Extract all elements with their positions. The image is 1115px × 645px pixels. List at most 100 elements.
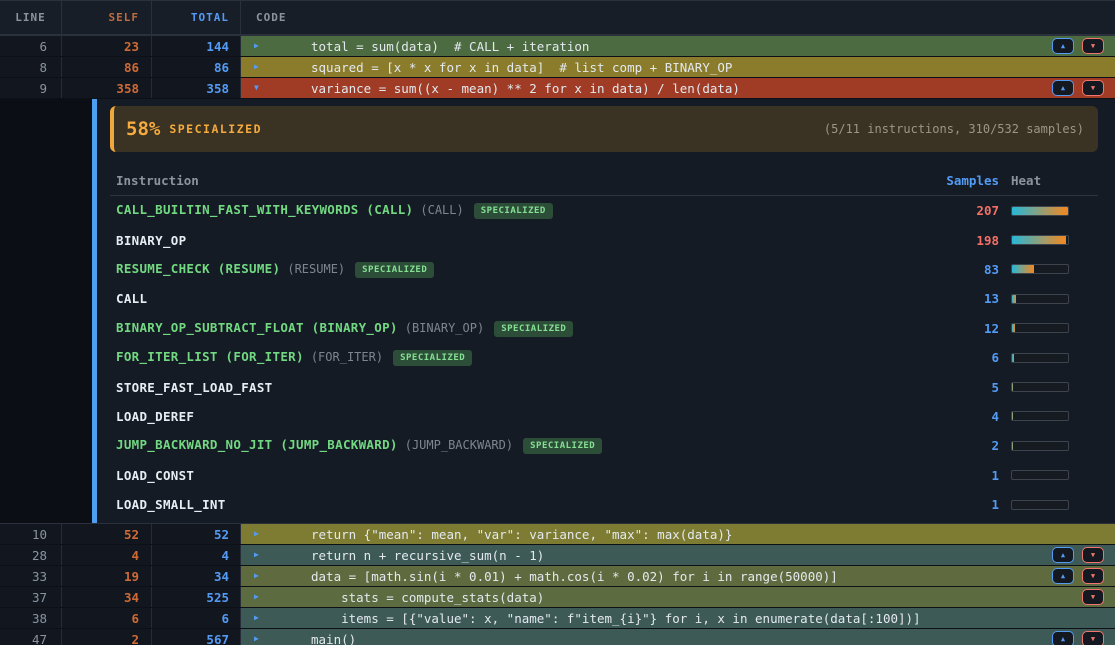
code-text: items = [{"value": x, "name": f"item_{i}… — [311, 611, 921, 626]
expand-arrow-icon[interactable]: ▶ — [254, 593, 266, 601]
expand-arrow-icon[interactable]: ▶ — [254, 42, 266, 50]
instruction-samples: 1 — [889, 468, 999, 483]
specialized-badge: SPECIALIZED — [393, 350, 472, 366]
move-down-button[interactable]: ▼ — [1082, 631, 1104, 645]
line-number: 8 — [0, 57, 62, 77]
code-cell[interactable]: ▶total = sum(data) # CALL + iteration▲▼ — [241, 36, 1115, 56]
move-up-button[interactable]: ▲ — [1052, 568, 1074, 584]
instruction-row: LOAD_CONST1 — [110, 461, 1098, 490]
instruction-table-header: Instruction Samples Heat — [110, 165, 1098, 196]
code-row-line-28: 2844▶return n + recursive_sum(n - 1)▲▼ — [0, 545, 1115, 565]
instruction-name-cell: CALL — [110, 291, 889, 306]
instruction-name: STORE_FAST_LOAD_FAST — [116, 380, 273, 395]
instruction-row: JUMP_BACKWARD_NO_JIT (JUMP_BACKWARD)(JUM… — [110, 431, 1098, 460]
specialization-panel: 58% SPECIALIZED (5/11 instructions, 310/… — [97, 99, 1115, 523]
instruction-name-cell: FOR_ITER_LIST (FOR_ITER)(FOR_ITER)SPECIA… — [110, 349, 889, 366]
instruction-name-cell: JUMP_BACKWARD_NO_JIT (JUMP_BACKWARD)(JUM… — [110, 437, 889, 454]
expanded-detail-panel: 58% SPECIALIZED (5/11 instructions, 310/… — [0, 99, 1115, 523]
specialized-badge: SPECIALIZED — [494, 321, 573, 337]
collapse-arrow-icon[interactable]: ▼ — [254, 84, 266, 92]
total-samples: 6 — [152, 608, 241, 628]
instruction-name: BINARY_OP — [116, 233, 186, 248]
column-header-heat[interactable]: Heat — [999, 173, 1098, 188]
expand-arrow-icon[interactable]: ▶ — [254, 614, 266, 622]
line-number: 6 — [0, 36, 62, 56]
heat-bar-track — [1011, 500, 1069, 510]
expand-arrow-icon[interactable]: ▶ — [254, 551, 266, 559]
code-cell[interactable]: ▶return n + recursive_sum(n - 1)▲▼ — [241, 545, 1115, 565]
instruction-heat-cell — [999, 500, 1098, 510]
expand-arrow-icon[interactable]: ▶ — [254, 635, 266, 643]
heat-bar-track — [1011, 294, 1069, 304]
self-samples: 358 — [62, 78, 152, 98]
instruction-heat-cell — [999, 264, 1098, 274]
self-samples: 52 — [62, 524, 152, 544]
code-row-line-38: 3866▶ items = [{"value": x, "name": f"it… — [0, 608, 1115, 628]
self-samples: 2 — [62, 629, 152, 645]
code-cell[interactable]: ▶return {"mean": mean, "var": variance, … — [241, 524, 1115, 544]
code-row-line-37: 3734525▶ stats = compute_stats(data)▼ — [0, 587, 1115, 607]
instruction-name: CALL_BUILTIN_FAST_WITH_KEYWORDS (CALL) — [116, 202, 413, 217]
heat-bar-fill — [1012, 295, 1016, 303]
move-up-button[interactable]: ▲ — [1052, 547, 1074, 563]
expand-arrow-icon[interactable]: ▶ — [254, 572, 266, 580]
column-header-line[interactable]: LINE — [0, 1, 62, 34]
specialized-percent: 58% — [126, 118, 160, 140]
instruction-row: LOAD_DEREF4 — [110, 402, 1098, 431]
column-header-samples[interactable]: Samples — [889, 173, 999, 188]
code-rows-top: 623144▶total = sum(data) # CALL + iterat… — [0, 36, 1115, 98]
move-down-button[interactable]: ▼ — [1082, 589, 1104, 605]
move-down-button[interactable]: ▼ — [1082, 80, 1104, 96]
code-cell[interactable]: ▶ data = [math.sin(i * 0.01) + math.cos(i… — [241, 566, 1115, 586]
code-text: data = [math.sin(i * 0.01) + math.cos(i … — [311, 569, 838, 584]
code-row-line-9: 9358358▼variance = sum((x - mean) ** 2 f… — [0, 78, 1115, 98]
instruction-samples: 207 — [889, 203, 999, 218]
column-header-code[interactable]: CODE — [241, 1, 1115, 34]
instruction-heat-cell — [999, 441, 1098, 451]
instruction-heat-cell — [999, 235, 1098, 245]
heat-bar-track — [1011, 353, 1069, 363]
code-row-line-8: 88686▶squared = [x * x for x in data] # … — [0, 57, 1115, 77]
self-samples: 34 — [62, 587, 152, 607]
code-text: total = sum(data) # CALL + iteration — [311, 39, 589, 54]
code-cell[interactable]: ▶ stats = compute_stats(data)▼ — [241, 587, 1115, 607]
panel-gutter — [0, 99, 92, 523]
move-down-button[interactable]: ▼ — [1082, 38, 1104, 54]
self-samples: 6 — [62, 608, 152, 628]
instruction-name: RESUME_CHECK (RESUME) — [116, 261, 280, 276]
total-samples: 86 — [152, 57, 241, 77]
profiler-window: LINE SELF TOTAL CODE 623144▶total = sum(… — [0, 0, 1115, 645]
instruction-samples: 12 — [889, 321, 999, 336]
instruction-name-cell: LOAD_CONST — [110, 468, 889, 483]
move-up-button[interactable]: ▲ — [1052, 38, 1074, 54]
code-cell[interactable]: ▼variance = sum((x - mean) ** 2 for x in… — [241, 78, 1115, 98]
line-number: 28 — [0, 545, 62, 565]
row-move-buttons: ▲▼ — [1052, 38, 1104, 54]
move-down-button[interactable]: ▼ — [1082, 568, 1104, 584]
column-header-instruction[interactable]: Instruction — [110, 173, 889, 188]
code-row-line-47: 472567▶main()▲▼ — [0, 629, 1115, 645]
code-cell[interactable]: ▶ squared = [x * x for x in data] # list … — [241, 57, 1115, 77]
column-header-total[interactable]: TOTAL — [152, 1, 241, 34]
instruction-name: JUMP_BACKWARD_NO_JIT (JUMP_BACKWARD) — [116, 437, 398, 452]
specialized-badge: SPECIALIZED — [355, 262, 434, 278]
expand-arrow-icon[interactable]: ▶ — [254, 63, 266, 71]
expand-arrow-icon[interactable]: ▶ — [254, 530, 266, 538]
move-up-button[interactable]: ▲ — [1052, 80, 1074, 96]
instruction-samples: 13 — [889, 291, 999, 306]
move-up-button[interactable]: ▲ — [1052, 631, 1074, 645]
instruction-name-cell: LOAD_DEREF — [110, 409, 889, 424]
code-cell[interactable]: ▶main()▲▼ — [241, 629, 1115, 645]
heat-bar-track — [1011, 264, 1069, 274]
instruction-name: LOAD_SMALL_INT — [116, 497, 226, 512]
self-samples: 23 — [62, 36, 152, 56]
row-move-buttons: ▲▼ — [1052, 547, 1104, 563]
code-text: squared = [x * x for x in data] # list c… — [311, 60, 732, 75]
move-down-button[interactable]: ▼ — [1082, 547, 1104, 563]
column-header-self[interactable]: SELF — [62, 1, 152, 34]
instruction-row: BINARY_OP198 — [110, 225, 1098, 254]
total-samples: 358 — [152, 78, 241, 98]
instruction-row: RESUME_CHECK (RESUME)(RESUME)SPECIALIZED… — [110, 255, 1098, 284]
code-cell[interactable]: ▶ items = [{"value": x, "name": f"item_{… — [241, 608, 1115, 628]
instruction-heat-cell — [999, 470, 1098, 480]
